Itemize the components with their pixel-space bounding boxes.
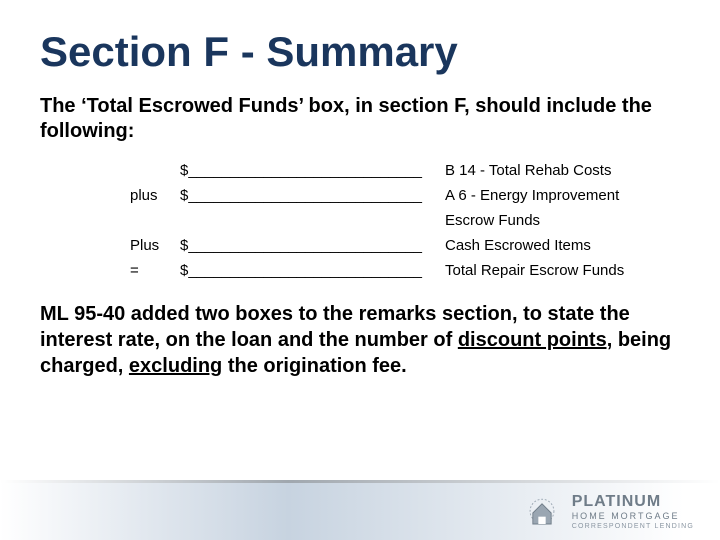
footer-divider bbox=[0, 480, 720, 483]
escrow-calc-table: $____________________________ B 14 - Tot… bbox=[130, 158, 675, 283]
brand-text: PLATINUM HOME MORTGAGE CORRESPONDENT LEN… bbox=[572, 494, 694, 530]
amount-cell bbox=[180, 208, 445, 233]
house-icon bbox=[520, 494, 564, 532]
closing-text: ML 95-40 added two boxes to the remarks … bbox=[40, 301, 680, 379]
amount-cell: $____________________________ bbox=[180, 158, 445, 183]
table-row: = $____________________________ Total Re… bbox=[130, 258, 675, 283]
table-row: plus $____________________________ A 6 -… bbox=[130, 183, 675, 208]
amount-cell: $____________________________ bbox=[180, 258, 445, 283]
amount-cell: $____________________________ bbox=[180, 183, 445, 208]
amount-cell: $____________________________ bbox=[180, 233, 445, 258]
brand-line-1: PLATINUM bbox=[572, 494, 694, 510]
op-cell bbox=[130, 158, 180, 183]
desc-cell: A 6 - Energy Improvement bbox=[445, 183, 675, 208]
op-cell bbox=[130, 208, 180, 233]
op-cell: Plus bbox=[130, 233, 180, 258]
brand-line-2: HOME MORTGAGE bbox=[572, 512, 694, 521]
desc-cell: Escrow Funds bbox=[445, 208, 675, 233]
table-row: Plus $____________________________ Cash … bbox=[130, 233, 675, 258]
closing-underline-1: discount points, bbox=[458, 329, 612, 351]
brand-logo: PLATINUM HOME MORTGAGE CORRESPONDENT LEN… bbox=[520, 494, 694, 532]
page-title: Section F - Summary bbox=[40, 28, 680, 76]
slide: Section F - Summary The ‘Total Escrowed … bbox=[0, 0, 720, 540]
table-row: $____________________________ B 14 - Tot… bbox=[130, 158, 675, 183]
brand-line-3: CORRESPONDENT LENDING bbox=[572, 523, 694, 530]
closing-post: the origination fee. bbox=[222, 355, 406, 377]
desc-cell: Total Repair Escrow Funds bbox=[445, 258, 675, 283]
table-row: Escrow Funds bbox=[130, 208, 675, 233]
op-cell: = bbox=[130, 258, 180, 283]
op-cell: plus bbox=[130, 183, 180, 208]
intro-text: The ‘Total Escrowed Funds’ box, in secti… bbox=[40, 94, 660, 144]
desc-cell: B 14 - Total Rehab Costs bbox=[445, 158, 675, 183]
closing-underline-2: excluding bbox=[129, 355, 222, 377]
desc-cell: Cash Escrowed Items bbox=[445, 233, 675, 258]
